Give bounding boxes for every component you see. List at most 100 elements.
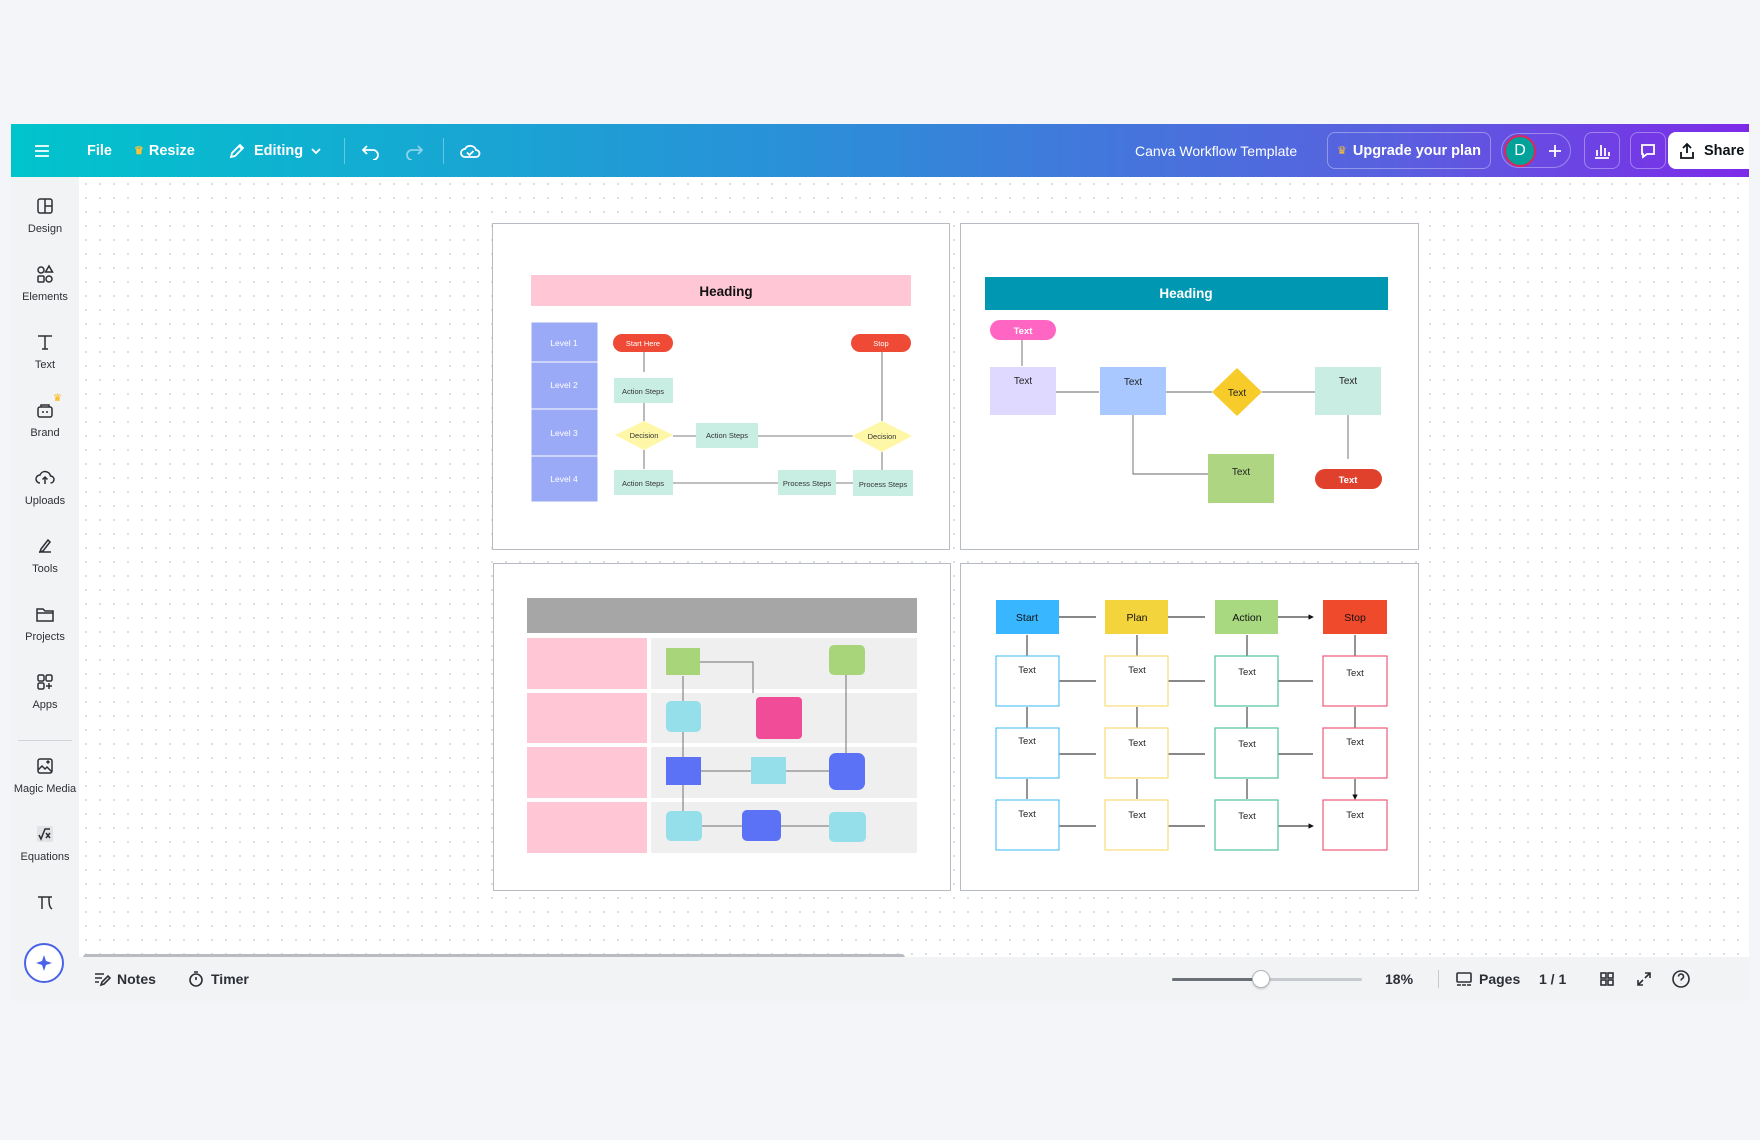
svg-text:Text: Text: [1346, 810, 1364, 821]
svg-text:Text: Text: [1228, 388, 1247, 399]
svg-text:Action: Action: [1232, 612, 1261, 624]
plus-icon: [1549, 144, 1561, 157]
design-page-1[interactable]: Heading Level 1 Level 2 Level 3 Level 4 …: [492, 223, 950, 550]
grid-view-button[interactable]: [1598, 957, 1616, 1001]
node: [666, 701, 701, 732]
node: [829, 812, 866, 842]
level-label: Level 3: [550, 428, 578, 438]
svg-text:Text: Text: [1238, 811, 1256, 822]
collaborators-group: D: [1501, 133, 1571, 168]
design-page-3[interactable]: [493, 563, 951, 891]
crown-icon: ♛: [134, 145, 144, 157]
bar-chart-icon: [1595, 144, 1610, 159]
svg-text:Plan: Plan: [1126, 612, 1147, 624]
svg-text:Start Here: Start Here: [626, 339, 660, 348]
node: [666, 811, 702, 841]
svg-text:Action Steps: Action Steps: [622, 479, 664, 488]
svg-text:Stop: Stop: [1344, 612, 1366, 624]
crown-icon: ♛: [53, 393, 62, 404]
top-toolbar: File ♛ Resize Editing Canva Workflow Tem…: [11, 124, 1749, 177]
crown-icon: ♛: [1337, 145, 1347, 157]
share-button[interactable]: Share: [1668, 132, 1749, 169]
svg-text:Text: Text: [1124, 377, 1143, 388]
sidebar-item-apps[interactable]: Apps: [11, 667, 79, 729]
zoom-slider[interactable]: [1172, 970, 1362, 988]
expand-icon: [1637, 972, 1651, 986]
help-button[interactable]: [1671, 957, 1691, 1001]
magic-assistant-button[interactable]: [24, 943, 64, 983]
upgrade-plan-button[interactable]: ♛ Upgrade your plan: [1327, 132, 1491, 169]
magic-media-icon: [37, 758, 53, 774]
zoom-level[interactable]: 18%: [1385, 957, 1413, 1001]
undo-button[interactable]: [361, 124, 381, 177]
pi-icon: [38, 896, 53, 910]
svg-text:Text: Text: [1346, 668, 1364, 679]
avatar[interactable]: D: [1504, 135, 1536, 167]
text-box: [990, 367, 1056, 415]
sidebar-divider: [18, 740, 72, 741]
level-column: Level 1 Level 2 Level 3 Level 4: [530, 321, 599, 503]
sidebar-item-projects[interactable]: Projects: [11, 599, 79, 661]
svg-text:Text: Text: [1128, 665, 1146, 676]
svg-text:Text: Text: [1232, 467, 1251, 478]
svg-text:Action Steps: Action Steps: [706, 431, 748, 440]
svg-text:Text: Text: [1128, 738, 1146, 749]
add-collaborator-button[interactable]: [1540, 134, 1570, 167]
connectors: [1026, 617, 1355, 826]
insights-button[interactable]: [1584, 132, 1620, 169]
svg-text:Stop: Stop: [873, 339, 888, 348]
svg-text:Decision: Decision: [630, 431, 659, 440]
notes-button[interactable]: Notes: [93, 957, 156, 1001]
comments-button[interactable]: [1630, 132, 1666, 169]
file-menu-button[interactable]: File: [87, 124, 112, 177]
page-count[interactable]: 1 / 1: [1539, 957, 1566, 1001]
cloud-check-icon: [460, 144, 481, 158]
text-box: [1315, 367, 1381, 415]
timer-button[interactable]: Timer: [187, 957, 249, 1001]
editing-mode-button[interactable]: Editing: [228, 124, 323, 177]
sidebar-item-equations[interactable]: Equations: [11, 819, 79, 881]
main-menu-button[interactable]: [33, 124, 51, 177]
sidebar-item-pi[interactable]: [11, 887, 79, 927]
design-page-4[interactable]: Start Plan Action Stop Text Text Text Text…: [960, 563, 1419, 891]
left-sidebar: Design Elements Text Brand ♛ Uploads Too…: [11, 177, 79, 1001]
grid-workflow-diagram: Start Plan Action Stop Text Text Text Text…: [995, 600, 1388, 851]
design-page-2[interactable]: Heading Text Text Text Text Text Text Te…: [960, 223, 1419, 550]
level-label: Level 4: [550, 474, 578, 484]
sidebar-item-uploads[interactable]: Uploads: [11, 463, 79, 525]
sidebar-item-tools[interactable]: Tools: [11, 531, 79, 593]
hamburger-icon: [35, 144, 49, 157]
fullscreen-button[interactable]: [1635, 957, 1653, 1001]
bottom-divider: [1438, 970, 1439, 988]
save-status-button[interactable]: [459, 124, 481, 177]
pages-button[interactable]: Pages: [1455, 957, 1520, 1001]
level-label: Level 1: [550, 338, 578, 348]
cell-labels: Text Text Text Text Text Text Text Text Text T…: [1018, 665, 1364, 822]
svg-text:Text: Text: [1339, 475, 1359, 486]
sidebar-item-text[interactable]: Text: [11, 327, 79, 389]
heading-text: Heading: [699, 284, 752, 299]
svg-text:Text: Text: [1018, 809, 1036, 820]
sidebar-item-elements[interactable]: Elements: [11, 259, 79, 321]
sidebar-item-design[interactable]: Design: [11, 191, 79, 253]
text-icon: [38, 335, 52, 350]
sidebar-item-magic-media[interactable]: Magic Media: [11, 751, 79, 813]
pencil-icon: [229, 143, 245, 158]
cell-boxes: [995, 655, 1388, 851]
redo-button[interactable]: [404, 124, 424, 177]
comment-icon: [1641, 143, 1655, 159]
node: [756, 697, 802, 739]
design-canvas[interactable]: Heading Level 1 Level 2 Level 3 Level 4 …: [79, 177, 1749, 957]
sidebar-item-brand[interactable]: Brand ♛: [11, 393, 79, 457]
resize-button[interactable]: ♛ Resize: [134, 124, 195, 177]
node: [751, 757, 786, 784]
document-title[interactable]: Canva Workflow Template: [1135, 124, 1297, 177]
node: [829, 753, 865, 790]
connectors: [1021, 339, 1349, 475]
svg-text:Process Steps: Process Steps: [859, 480, 908, 489]
pages-icon: [1456, 972, 1472, 986]
heading-text: Heading: [1159, 286, 1212, 301]
connectors: [643, 352, 883, 484]
zoom-slider-thumb[interactable]: [1252, 970, 1271, 988]
svg-text:Text: Text: [1014, 376, 1033, 387]
